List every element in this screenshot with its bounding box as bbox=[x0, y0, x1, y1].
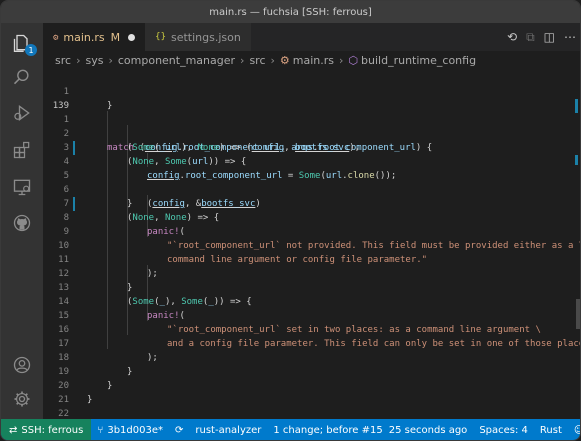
function-symbol-icon: ⬡ bbox=[348, 53, 359, 67]
language-server-status[interactable]: rust-analyzer bbox=[189, 419, 267, 440]
chevron-right-icon: › bbox=[108, 53, 113, 67]
code-line: 7 (None, None) => { bbox=[63, 199, 220, 223]
code-line: 17 ); bbox=[58, 339, 158, 363]
run-debug-icon[interactable] bbox=[10, 101, 34, 125]
vscode-window: main.rs — fuchsia [SSH: ferrous] 1 ⚙ mai… bbox=[0, 0, 581, 441]
explorer-icon[interactable]: 1 bbox=[10, 31, 37, 56]
code-line: 13 (Some(_), Some(_)) => { bbox=[58, 283, 252, 307]
remote-indicator[interactable]: ⇄ SSH: ferrous bbox=[1, 419, 92, 440]
code-line: 22 async fn build_environment( bbox=[58, 409, 69, 419]
rust-file-icon: ⚙ bbox=[53, 32, 59, 43]
code-line: 4 config.root_component_url = Some(url.c… bbox=[63, 157, 397, 181]
time-ago[interactable]: 25 seconds ago bbox=[389, 419, 474, 440]
code-line: 8 panic!( bbox=[63, 213, 185, 237]
breadcrumb: src › sys › component_manager › src › ⚙ … bbox=[43, 51, 580, 69]
feedback-icon[interactable]: ☺ bbox=[568, 419, 580, 440]
window-title: main.rs — fuchsia [SSH: ferrous] bbox=[209, 6, 372, 18]
timeline-status[interactable]: 1 change; before #15 bbox=[267, 419, 388, 440]
remote-explorer-icon[interactable] bbox=[10, 175, 34, 199]
search-icon[interactable] bbox=[10, 65, 34, 89]
code-line: 6 } bbox=[63, 185, 133, 209]
json-file-icon: {} bbox=[155, 32, 166, 42]
code-line: 3 (None, Some(url)) => { bbox=[63, 143, 247, 167]
code-line: 23 config: RuntimeConfig, bbox=[43, 407, 580, 419]
code-line: 2 (Some(_url), None) => (config, bootfs_… bbox=[63, 129, 361, 153]
editor-scrollbar[interactable] bbox=[568, 69, 580, 419]
code-line: 11 ); bbox=[58, 255, 158, 279]
code-line: 21 bbox=[58, 395, 69, 405]
code-line: 16 and a config file parameter. This fie… bbox=[58, 325, 581, 349]
unsaved-dot-icon[interactable] bbox=[128, 34, 136, 41]
status-bar: ⇄ SSH: ferrous ⑂ 3b1d003e* ⟳ rust-analyz… bbox=[1, 419, 580, 440]
breadcrumb-item[interactable]: build_runtime_config bbox=[361, 54, 476, 67]
split-editor-icon[interactable]: ◫ bbox=[544, 30, 555, 44]
code-line: 20 } bbox=[58, 381, 93, 405]
git-branch[interactable]: ⑂ 3b1d003e* bbox=[91, 419, 169, 440]
rust-file-icon: ⚙ bbox=[279, 53, 290, 67]
code-line: 12 } bbox=[58, 269, 133, 293]
branch-icon: ⑂ bbox=[97, 425, 104, 436]
breadcrumb-item[interactable]: sys bbox=[85, 54, 103, 67]
explorer-badge: 1 bbox=[25, 44, 37, 56]
more-actions-icon[interactable]: ⋯ bbox=[564, 30, 576, 44]
tab-bar: ⚙ main.rs M {} settings.json ⟲ ⧉ ◫ ⋯ bbox=[43, 23, 580, 51]
chevron-right-icon: › bbox=[76, 53, 81, 67]
code-editor[interactable]: 1 } 139 1 match (config.root_component_u… bbox=[43, 69, 581, 419]
code-line: 14 panic!( bbox=[58, 297, 185, 321]
sync-icon: ⟳ bbox=[175, 425, 184, 436]
tab-label: settings.json bbox=[171, 30, 241, 44]
sync-button[interactable]: ⟳ bbox=[169, 419, 189, 440]
code-line: 1 match (config.root_component_url, args… bbox=[63, 115, 433, 155]
chevron-right-icon: › bbox=[270, 53, 275, 67]
code-line: 19 } bbox=[58, 367, 113, 391]
account-icon[interactable] bbox=[10, 353, 34, 377]
code-line: 15 "`root_component_url` set in two plac… bbox=[58, 311, 541, 335]
timeline-icon[interactable]: ⟲ bbox=[507, 30, 517, 44]
indentation-selector[interactable]: Spaces: 4 bbox=[473, 419, 534, 440]
github-icon[interactable] bbox=[10, 211, 34, 235]
breadcrumb-item[interactable]: src bbox=[55, 54, 71, 67]
extensions-icon[interactable] bbox=[10, 138, 34, 162]
breadcrumb-item[interactable]: main.rs bbox=[293, 54, 334, 67]
open-changes-icon[interactable]: ⧉ bbox=[526, 30, 535, 45]
modified-indicator: M bbox=[110, 31, 121, 44]
tab-main-rs[interactable]: ⚙ main.rs M bbox=[43, 23, 146, 51]
code-line: 18 } bbox=[58, 353, 133, 377]
code-line: 139 bbox=[43, 85, 580, 111]
breadcrumb-item[interactable]: component_manager bbox=[118, 54, 235, 67]
tab-label: main.rs bbox=[63, 31, 105, 44]
gear-icon[interactable] bbox=[10, 387, 34, 411]
remote-icon: ⇄ bbox=[9, 425, 18, 436]
breadcrumb-item[interactable]: src bbox=[249, 54, 265, 67]
editor-actions: ⟲ ⧉ ◫ ⋯ bbox=[507, 23, 576, 51]
remote-label: SSH: ferrous bbox=[21, 425, 84, 436]
chevron-right-icon: › bbox=[339, 53, 344, 67]
title-bar: main.rs — fuchsia [SSH: ferrous] bbox=[1, 1, 580, 23]
language-mode[interactable]: Rust bbox=[534, 419, 568, 440]
code-line: 10 command line argument or config file … bbox=[58, 241, 428, 265]
activity-bar: 1 bbox=[1, 23, 43, 419]
chevron-right-icon: › bbox=[240, 53, 245, 67]
code-line: 1 } bbox=[63, 87, 113, 111]
code-line: 9 "`root_component_url` not provided. Th… bbox=[63, 227, 581, 251]
tab-settings-json[interactable]: {} settings.json bbox=[145, 23, 251, 51]
code-line: 5 (config, &bootfs_svc) bbox=[63, 171, 261, 211]
